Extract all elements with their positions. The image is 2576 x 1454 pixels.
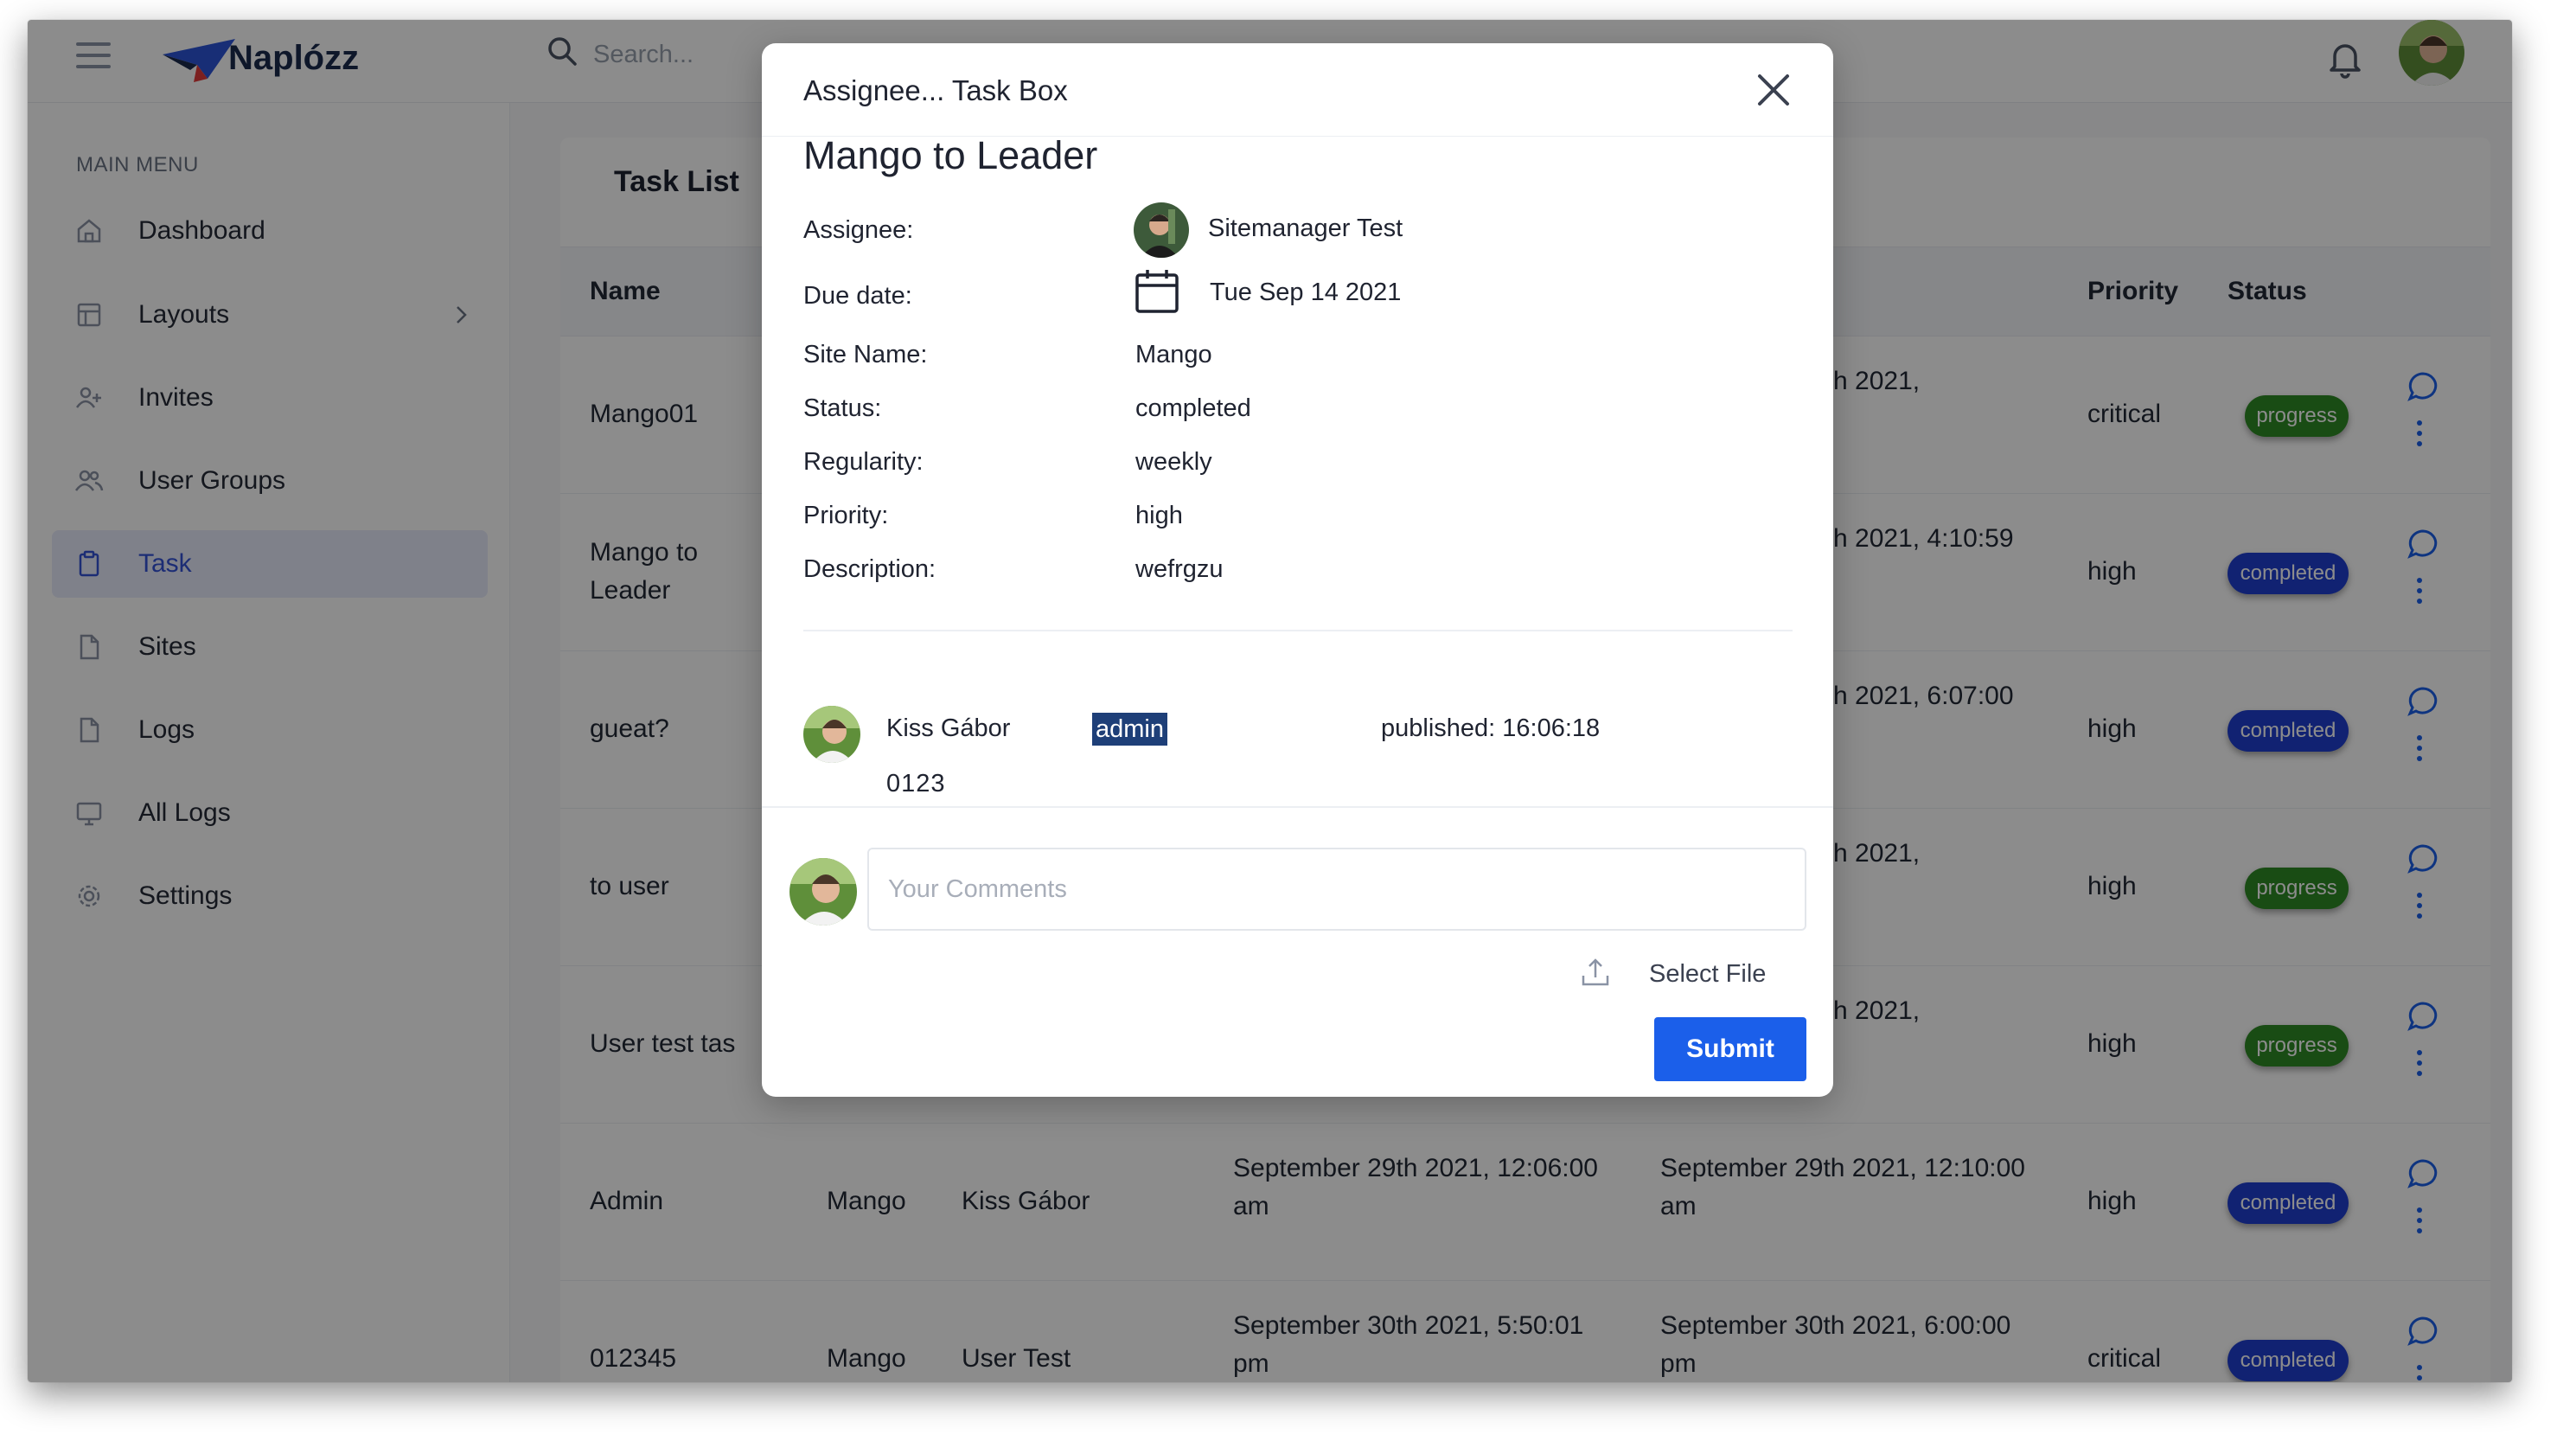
comment-input[interactable] [867, 848, 1806, 931]
priority-label: Priority: [803, 502, 889, 529]
comment-published-time: published: 16:06:18 [1381, 714, 1601, 742]
comment-role: admin [1092, 713, 1167, 746]
description-value: wefrgzu [1135, 555, 1224, 583]
due-date-label: Due date: [803, 282, 912, 310]
close-icon[interactable] [1753, 69, 1794, 111]
site-name-value: Mango [1135, 341, 1212, 368]
assignee-label: Assignee: [803, 216, 914, 244]
calendar-icon [1135, 270, 1179, 313]
status-value: completed [1135, 394, 1251, 422]
task-box-modal: Assignee... Task Box Mango to Leader Ass… [762, 43, 1833, 1097]
comment-author: Kiss Gábor [886, 714, 1011, 742]
comment-divider [762, 806, 1833, 808]
details-divider [803, 630, 1793, 631]
app-window: Naplózz Search... MAIN MENU Dashboard La… [28, 20, 2512, 1382]
submit-button[interactable]: Submit [1654, 1017, 1806, 1081]
modal-header: Assignee... Task Box [762, 43, 1833, 137]
comment-author-avatar [803, 706, 860, 763]
select-file-button[interactable]: Select File [1649, 960, 1766, 989]
current-user-avatar [789, 858, 857, 926]
status-label: Status: [803, 394, 882, 422]
priority-value: high [1135, 502, 1183, 529]
modal-title: Assignee... Task Box [803, 74, 1068, 106]
due-date-value: Tue Sep 14 2021 [1210, 279, 1402, 306]
task-name-heading: Mango to Leader [803, 133, 1098, 177]
regularity-value: weekly [1135, 448, 1212, 476]
assignee-value: Sitemanager Test [1208, 215, 1403, 242]
comment-text: 0123 [886, 770, 946, 797]
regularity-label: Regularity: [803, 448, 924, 476]
assignee-avatar [1134, 202, 1189, 258]
upload-icon[interactable] [1580, 957, 1611, 988]
site-name-label: Site Name: [803, 341, 928, 368]
description-label: Description: [803, 555, 936, 583]
